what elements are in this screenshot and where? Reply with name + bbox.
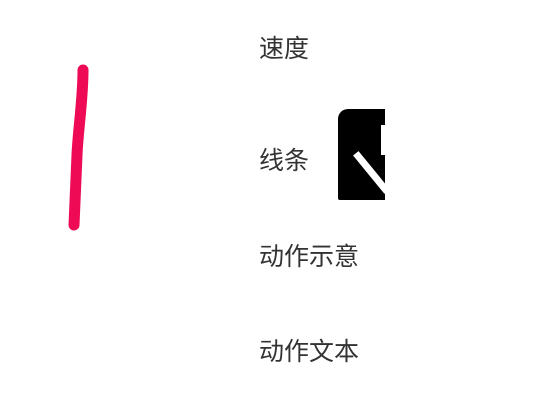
action-hint-label: 动作示意 (259, 242, 360, 271)
drawing-canvas[interactable] (0, 0, 240, 403)
action-text-label: 动作文本 (259, 337, 360, 366)
line-style-icon (353, 125, 385, 194)
line-label: 线条 (259, 146, 310, 175)
line-style-tile[interactable] (338, 109, 385, 200)
stroke-preview (68, 64, 89, 231)
speed-label: 速度 (259, 34, 310, 63)
drawn-stroke (68, 64, 89, 231)
